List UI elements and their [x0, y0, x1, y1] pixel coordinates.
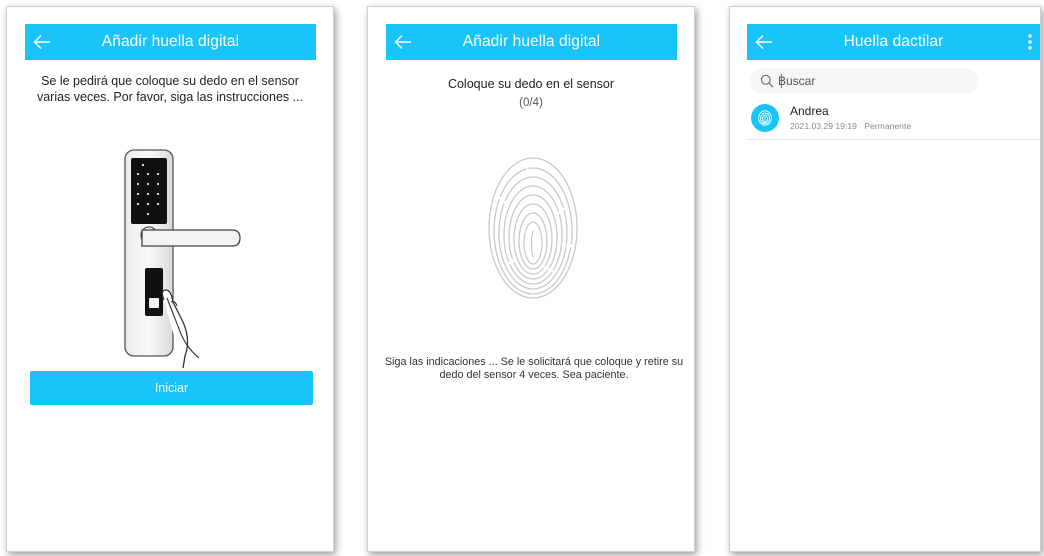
fingerprint-validity: Permanente	[864, 121, 912, 131]
door-lock-with-hand-icon	[124, 149, 241, 368]
search-bar[interactable]	[750, 68, 978, 94]
search-input[interactable]	[778, 74, 968, 88]
app-composite: Añadir huella digital Se le pedirá que c…	[0, 0, 1044, 556]
add-fingerprint-scan-screen: Añadir huella digital Coloque su dedo en…	[367, 6, 695, 552]
page-title: Añadir huella digital	[462, 33, 601, 50]
back-arrow-icon[interactable]	[392, 31, 414, 53]
more-vertical-icon[interactable]	[1024, 32, 1036, 52]
fingerprint-icon	[488, 157, 578, 299]
app-bar: Añadir huella digital	[25, 24, 316, 60]
fingerprint-meta: 2021.03.29 19:19 Permanente	[790, 121, 911, 131]
app-bar: Añadir huella digital	[386, 24, 677, 60]
page-title: Añadir huella digital	[101, 33, 240, 50]
scan-progress: (0/4)	[519, 97, 543, 109]
page-title: Huella dactilar	[843, 33, 944, 50]
back-arrow-icon[interactable]	[31, 31, 53, 53]
fingerprint-icon	[751, 104, 779, 132]
scan-hint-text: Siga las indicaciones ... Se le solicita…	[384, 356, 684, 381]
fingerprint-list-screen: Huella dactilar Buscar Andrea 2021.03.29…	[729, 6, 1041, 552]
search-icon	[760, 74, 774, 88]
text-cursor	[781, 74, 782, 88]
app-bar: Huella dactilar	[747, 24, 1040, 60]
start-button[interactable]: Iniciar	[30, 371, 313, 405]
scan-instruction: Coloque su dedo en el sensor	[447, 77, 615, 91]
list-item[interactable]: Andrea 2021.03.29 19:19 Permanente	[747, 98, 1040, 140]
fingerprint-name: Andrea	[790, 104, 829, 118]
add-fingerprint-intro-screen: Añadir huella digital Se le pedirá que c…	[6, 6, 334, 552]
fingerprint-date: 2021.03.29 19:19	[790, 121, 857, 131]
back-arrow-icon[interactable]	[753, 31, 775, 53]
instructions-text: Se le pedirá que coloque su dedo en el s…	[36, 74, 304, 104]
